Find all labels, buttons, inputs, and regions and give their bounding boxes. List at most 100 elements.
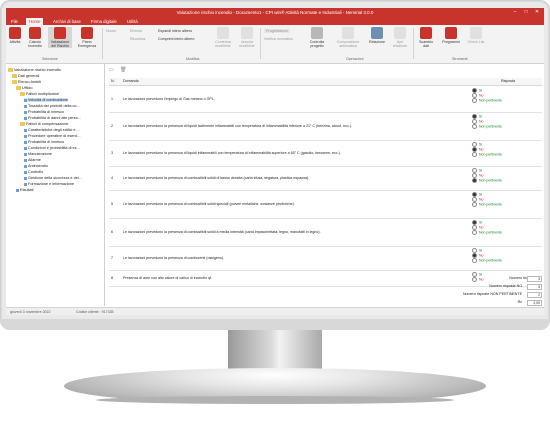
tab-utilita[interactable]: Utilità xyxy=(124,18,141,25)
check-list-label: Check List xyxy=(467,40,485,44)
tree-item-condizioni[interactable]: Condizioni e probabilità di es... xyxy=(24,146,80,150)
tree-item-manutenzione[interactable]: Manutenzione xyxy=(24,152,52,156)
header-n: N. xyxy=(111,79,115,83)
tree-item-formazione[interactable]: Formazione e informazione xyxy=(24,182,74,186)
calcolo-incendio-button[interactable]: Calcolo Incendio xyxy=(25,27,45,48)
status-code: Codice cliente : 917335 xyxy=(76,310,114,314)
tree-item-gestione-sicurezza[interactable]: Gestione della sicurezza e del... xyxy=(24,176,82,180)
separator xyxy=(260,28,261,59)
tree-item-root[interactable]: Valutazione rischio incendio xyxy=(8,68,61,72)
answer-group: Sì No Non pertinente xyxy=(472,114,540,129)
answer-option[interactable]: Non pertinente xyxy=(472,258,540,263)
table-row: 2 Le lavorazioni prevedono la presenza di… xyxy=(109,112,542,141)
minimize-button[interactable]: – xyxy=(510,9,520,16)
scambio-dati-button[interactable]: Scambio dati xyxy=(416,27,436,48)
radio-icon[interactable] xyxy=(472,178,477,183)
status-date: giovedì 3 novembre 2022 xyxy=(10,310,51,314)
answer-label: Sì xyxy=(479,142,483,147)
tree-item-elenco-ambiti[interactable]: Elenco Ambiti xyxy=(12,80,41,84)
answer-label: Sì xyxy=(479,114,483,119)
programmi-button[interactable]: Programmi xyxy=(440,27,462,44)
close-button[interactable]: ✕ xyxy=(532,9,542,16)
tab-firma-digitale[interactable]: Firma digitale xyxy=(88,18,120,25)
rinomina-button[interactable]: Rinomina xyxy=(130,37,145,41)
tree-item-fattori-compensazione[interactable]: Fattori di compensazione xyxy=(20,122,68,126)
annulla-modifiche-button[interactable]: Annulla modifiche xyxy=(236,27,258,48)
radio-icon[interactable] xyxy=(472,277,477,282)
row-number: 5 xyxy=(111,202,113,206)
radio-icon[interactable] xyxy=(472,202,477,207)
building-icon xyxy=(29,27,41,39)
page-icon xyxy=(24,98,27,102)
answer-option[interactable]: Non pertinente xyxy=(472,178,540,183)
answer-label: Sì xyxy=(479,248,483,253)
nuovo-button[interactable]: Nuovo xyxy=(106,29,116,33)
radio-icon[interactable] xyxy=(472,98,477,103)
verifica-normativa-button[interactable]: Verifica normativa xyxy=(264,37,293,41)
radio-icon[interactable] xyxy=(472,258,477,263)
tab-file[interactable]: File xyxy=(8,18,21,25)
table-row: 4 Le lavorazioni prevedono la presenza di… xyxy=(109,166,542,191)
tree-item-procedure-operative[interactable]: Procedure operative di eserci... xyxy=(24,134,81,138)
tree-item-label: Manutenzione xyxy=(28,152,52,156)
folder-icon xyxy=(16,86,21,90)
relazione-button[interactable]: Relazione xyxy=(366,27,388,44)
answer-label: No xyxy=(479,277,484,282)
conferma-modifiche-button[interactable]: Conferma modifiche xyxy=(212,27,234,48)
save-icon[interactable]: ▭ xyxy=(109,67,114,73)
answer-label: Sì xyxy=(479,220,483,225)
totals-rc-value: 2,00 xyxy=(527,300,542,306)
answer-option[interactable]: Non pertinente xyxy=(472,124,540,129)
composizione-automatica-button[interactable]: Composizione automatica xyxy=(334,27,362,48)
tab-archivi[interactable]: Archivi di base xyxy=(50,18,84,25)
answer-option[interactable]: Non pertinente xyxy=(472,152,540,157)
page-icon xyxy=(24,104,27,108)
tree-item-fattori-moltiplicatori[interactable]: Fattori moltiplicatori xyxy=(20,92,59,96)
answer-label: No xyxy=(479,119,484,124)
tree-item-caratteristiche-edifici[interactable]: Caratteristiche degli edifici e ... xyxy=(24,128,80,132)
tree-item-probabilita-danni[interactable]: Probabilità di danni alle perso... xyxy=(24,116,81,120)
tree-item-ufficio[interactable]: Ufficio xyxy=(16,86,32,90)
answer-option[interactable]: Non pertinente xyxy=(472,98,540,103)
annulla-modifiche-label: Annulla modifiche xyxy=(239,40,255,48)
answer-group: Sì No Non pertinente xyxy=(472,192,540,207)
radio-icon[interactable] xyxy=(472,152,477,157)
tree-item-controllo[interactable]: Controllo xyxy=(24,170,43,174)
tree-item-label: Probabilità di danni alle perso... xyxy=(28,116,81,120)
attivita-button[interactable]: Attività xyxy=(8,27,22,44)
piano-emergenza-button[interactable]: Piano Emergenza xyxy=(76,27,98,48)
page-icon xyxy=(24,164,27,168)
answer-option[interactable]: Non pertinente xyxy=(472,202,540,207)
tree-item-probabilita-innesco[interactable]: Probabilità di innesco xyxy=(24,110,64,114)
controlla-progetto-button[interactable]: Controlla progetto xyxy=(306,27,328,48)
tree-item-label: Allarme xyxy=(28,158,41,162)
exchange-icon xyxy=(420,27,432,39)
tree-item-dati-generali[interactable]: Dati generali xyxy=(12,74,39,78)
navigation-tree: Valutazione rischio incendio Dati genera… xyxy=(6,64,105,306)
monitor-chin xyxy=(0,319,550,330)
espandi-albero-button[interactable]: Espandi intero albero xyxy=(158,29,192,33)
table-row: 6 Le lavorazioni prevedono la presenza di… xyxy=(109,218,542,247)
answer-option[interactable]: Non pertinente xyxy=(472,230,540,235)
radio-icon[interactable] xyxy=(472,230,477,235)
tree-item-risultati[interactable]: Risultati xyxy=(16,188,34,192)
tree-item-velocita-combustione[interactable]: Velocità di combustione xyxy=(24,98,68,102)
progettazione-dropdown[interactable]: Progettazione xyxy=(264,29,291,33)
tree-item-antincendio[interactable]: Antincendio xyxy=(24,164,48,168)
separator xyxy=(102,28,103,59)
tree-item-probabilita-innesco-2[interactable]: Probabilità di innesco xyxy=(24,140,64,144)
row-number: 8 xyxy=(111,276,113,280)
apri-relazione-label: Apri relazione xyxy=(392,40,408,48)
maximize-button[interactable]: □ xyxy=(521,9,531,16)
apri-relazione-button[interactable]: Apri relazione xyxy=(390,27,410,48)
tree-item-tossicita[interactable]: Tossicità dei prodotti della co... xyxy=(24,104,80,108)
check-list-button[interactable]: Check List xyxy=(466,27,486,44)
elimina-button[interactable]: Elimina xyxy=(130,29,142,33)
comprimi-albero-button[interactable]: Comprimi intero albero xyxy=(158,37,194,41)
delete-icon[interactable]: 🗑 xyxy=(120,67,126,73)
tree-item-allarme[interactable]: Allarme xyxy=(24,158,41,162)
radio-icon[interactable] xyxy=(472,124,477,129)
tab-home[interactable]: Home xyxy=(26,18,44,25)
programs-icon xyxy=(445,27,457,39)
valutazione-rischio-button[interactable]: Valutazione del Rischio xyxy=(48,27,72,48)
